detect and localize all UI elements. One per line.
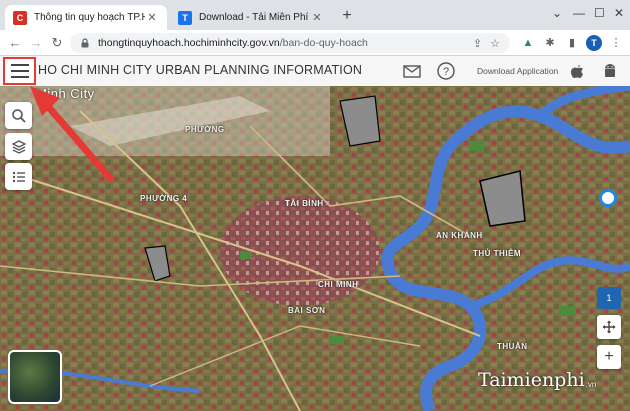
annotation-arrow [30,86,114,182]
